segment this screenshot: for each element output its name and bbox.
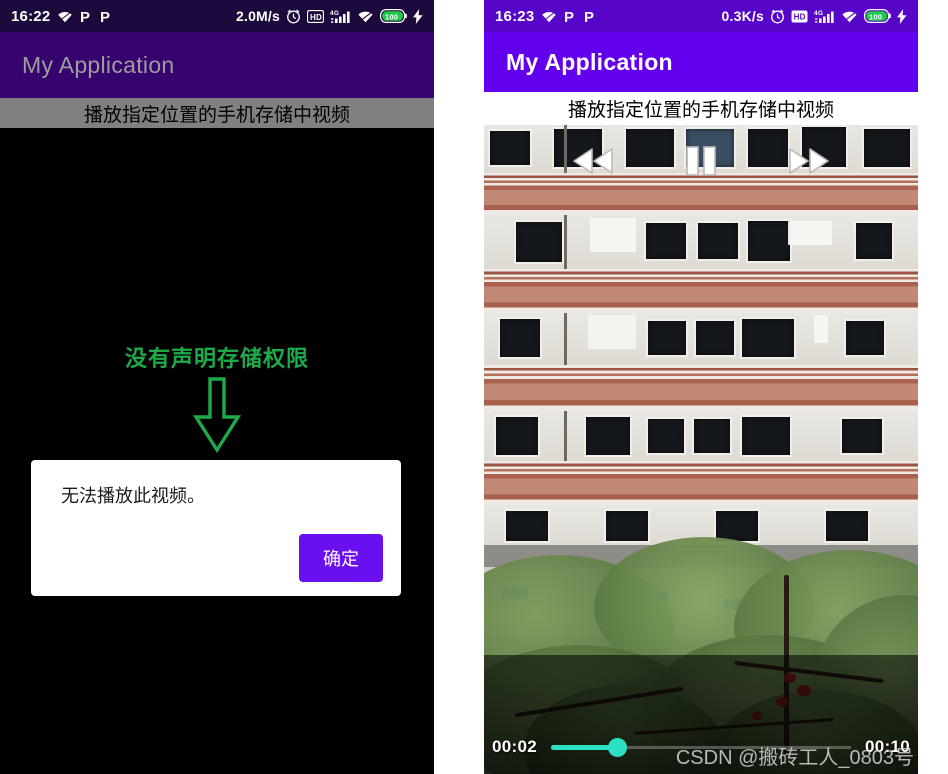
- app-title: My Application: [22, 51, 175, 78]
- rewind-icon[interactable]: [570, 145, 616, 177]
- status-right-group: 2.0M/s HD 4G 100: [236, 8, 423, 24]
- error-dialog: 无法播放此视频。 确定: [31, 460, 401, 596]
- net-speed-label: 0.3K/s: [721, 8, 764, 24]
- dialog-actions: 确定: [61, 534, 383, 582]
- left-status-bar: 16:22 P P 2.0M/s HD 4G 100: [0, 0, 434, 32]
- alarm-icon: [286, 9, 301, 24]
- left-phone-screen: 16:22 P P 2.0M/s HD 4G 100 My Applicatio…: [0, 0, 434, 774]
- wifi-icon: [57, 10, 73, 23]
- signal-4g-icon: 4G: [330, 9, 351, 24]
- status-clock: 16:23: [495, 7, 535, 25]
- status-clock: 16:22: [11, 7, 51, 25]
- right-phone-screen: 16:23 P P 0.3K/s HD 4G 100 My Applicatio…: [484, 0, 918, 774]
- status-left-group: 16:22 P P: [11, 8, 113, 25]
- svg-text:P: P: [564, 9, 574, 24]
- dialog-confirm-button[interactable]: 确定: [299, 534, 383, 582]
- alarm-icon: [770, 9, 785, 24]
- wifi-icon: [357, 10, 374, 23]
- svg-text:100: 100: [385, 12, 398, 21]
- wifi-icon: [541, 10, 557, 23]
- signal-4g-icon: 4G: [814, 9, 835, 24]
- p-badge-icon: P: [564, 9, 577, 24]
- screenshot-root: 16:22 P P 2.0M/s HD 4G 100 My Applicatio…: [0, 0, 948, 774]
- svg-text:P: P: [100, 9, 110, 24]
- svg-text:P: P: [80, 9, 90, 24]
- left-content-area: 没有声明存储权限 无法播放此视频。 确定: [0, 128, 434, 774]
- hd-icon: HD: [307, 9, 324, 23]
- hd-icon: HD: [791, 10, 808, 23]
- svg-text:P: P: [584, 9, 594, 24]
- left-subtitle-label: 播放指定位置的手机存储中视频: [0, 98, 434, 128]
- down-arrow-outline-icon: [0, 376, 434, 454]
- p-badge-icon: P: [584, 9, 597, 24]
- seek-thumb[interactable]: [607, 737, 627, 757]
- fast-forward-icon[interactable]: [786, 145, 832, 177]
- dialog-message: 无法播放此视频。: [61, 486, 205, 506]
- charging-bolt-icon: [413, 8, 423, 24]
- right-app-bar: My Application: [484, 32, 918, 92]
- player-transport-controls: [484, 145, 918, 177]
- svg-text:4G: 4G: [814, 10, 823, 17]
- charging-bolt-icon: [897, 8, 907, 24]
- right-subtitle-label: 播放指定位置的手机存储中视频: [484, 92, 918, 125]
- p-badge-icon: P: [80, 9, 93, 24]
- battery-icon: 100: [380, 9, 407, 23]
- left-app-bar: My Application: [0, 32, 434, 98]
- current-time-label: 00:02: [492, 737, 537, 756]
- status-left-group: 16:23 P P: [495, 8, 597, 25]
- video-player-surface[interactable]: 00:02 00:10 CSDN @搬砖工人_0803号: [484, 125, 918, 774]
- svg-text:4G: 4G: [330, 10, 339, 17]
- csdn-watermark: CSDN @搬砖工人_0803号: [675, 747, 914, 769]
- right-status-bar: 16:23 P P 0.3K/s HD 4G 100: [484, 0, 918, 32]
- net-speed-label: 2.0M/s: [236, 8, 280, 24]
- permission-warning-label: 没有声明存储权限: [124, 346, 309, 371]
- svg-text:HD: HD: [794, 12, 806, 21]
- svg-text:HD: HD: [310, 12, 322, 21]
- p-badge-icon: P: [100, 9, 113, 24]
- wifi-icon: [841, 10, 858, 23]
- pause-icon[interactable]: [684, 145, 718, 177]
- status-right-group: 0.3K/s HD 4G 100: [722, 8, 907, 24]
- app-title: My Application: [506, 48, 673, 75]
- svg-text:100: 100: [869, 12, 882, 21]
- battery-icon: 100: [864, 9, 891, 23]
